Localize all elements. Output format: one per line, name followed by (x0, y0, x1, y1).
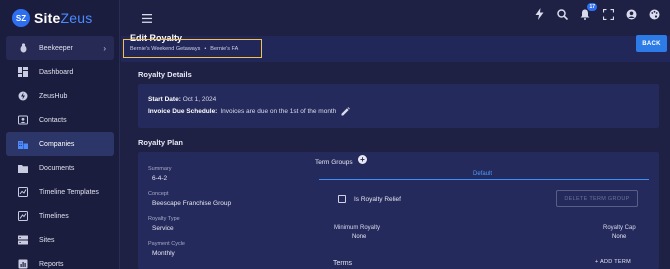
summary-value: 6-4-2 (152, 175, 168, 182)
top-bar: 17 (121, 0, 670, 32)
beekeeper-icon (18, 43, 28, 53)
royalty-type-value: Service (152, 225, 174, 232)
breadcrumb-item-company[interactable]: Bernie's Weekend Getaways (130, 46, 200, 52)
notifications-bell-icon[interactable]: 17 (579, 3, 597, 20)
start-date-value: Oct 1, 2024 (182, 96, 217, 103)
lightning-icon[interactable] (533, 8, 545, 20)
contacts-icon (18, 115, 28, 125)
logo[interactable]: SZ SiteZeus (12, 9, 92, 27)
royalty-relief-checkbox[interactable] (338, 195, 346, 203)
invoice-line: Invoice Due Schedule: Invoices are due o… (148, 107, 351, 116)
edit-pencil-icon[interactable] (341, 107, 351, 116)
logo-site: Site (34, 10, 61, 26)
top-icons: 17 (533, 3, 660, 20)
terms-label: Terms (333, 260, 353, 267)
folder-icon (18, 163, 28, 173)
sidebar-item-documents[interactable]: Documents (6, 156, 114, 180)
palette-icon[interactable] (648, 8, 660, 20)
timeline-templates-icon (18, 187, 28, 197)
royalty-plan-card (138, 152, 659, 269)
sidebar-item-label: Timeline Templates (39, 188, 99, 196)
delete-term-group-button[interactable]: DELETE TERM GROUP (556, 190, 638, 207)
sidebar-item-dashboard[interactable]: Dashboard (6, 60, 114, 84)
sidebar-item-beekeeper[interactable]: Beekeeper › (6, 36, 114, 60)
concept-value: Beescape Franchise Group (152, 200, 232, 207)
logo-badge: SZ (12, 9, 30, 27)
sites-icon (18, 235, 28, 245)
breadcrumb-item-agreement[interactable]: Bernie's FA (210, 46, 238, 52)
sidebar-item-label: Dashboard (39, 68, 74, 76)
royalty-relief-label: Is Royalty Relief (354, 196, 401, 203)
breadcrumb: Bernie's Weekend Getaways • Bernie's FA (123, 39, 262, 58)
sidebar-item-sites[interactable]: Sites (6, 228, 114, 252)
sidebar-item-label: Companies (39, 140, 75, 148)
sidebar-item-label: ZeusHub (39, 92, 68, 100)
sidebar-item-label: Timelines (39, 212, 69, 220)
minimum-royalty-label: Minimum Royalty (334, 225, 381, 231)
back-button[interactable]: BACK (636, 35, 667, 52)
sidebar-item-companies[interactable]: Companies (6, 132, 114, 156)
menu-icon[interactable] (142, 10, 152, 28)
sidebar-item-label: Sites (39, 236, 55, 244)
royalty-details-title: Royalty Details (138, 70, 192, 79)
concept-label: Concept (148, 191, 169, 197)
sidebar-item-label: Reports (39, 260, 64, 268)
start-date-label: Start Date: (148, 96, 181, 103)
invoice-due-label: Invoice Due Schedule: (148, 108, 218, 115)
royalty-cap-value: None (612, 234, 627, 240)
sidebar-item-timelines[interactable]: Timelines (6, 204, 114, 228)
add-term-group-icon[interactable]: + (358, 155, 367, 164)
royalty-details-card (138, 84, 659, 128)
sidebar-item-label: Contacts (39, 116, 67, 124)
fullscreen-icon[interactable] (602, 8, 614, 20)
sidebar-item-label: Documents (39, 164, 75, 172)
sidebar-item-reports[interactable]: Reports (6, 252, 114, 269)
account-icon[interactable] (625, 8, 637, 20)
minimum-royalty-value: None (352, 234, 367, 240)
breadcrumb-separator: • (204, 45, 207, 52)
sidebar-item-contacts[interactable]: Contacts (6, 108, 114, 132)
search-icon[interactable] (556, 8, 568, 20)
logo-text: SiteZeus (34, 10, 92, 26)
sidebar-item-label: Beekeeper (39, 44, 73, 52)
reports-icon (18, 259, 28, 269)
sidebar: SZ SiteZeus Beekeeper › Dashboard ZeusHu… (0, 0, 120, 269)
start-date-line: Start Date: Oct 1, 2024 (148, 96, 216, 103)
royalty-type-label: Royalty Type (148, 216, 180, 222)
royalty-plan-title: Royalty Plan (138, 138, 184, 147)
sidebar-item-zeushub[interactable]: ZeusHub (6, 84, 114, 108)
sidebar-nav: Beekeeper › Dashboard ZeusHub Contacts C… (6, 36, 114, 269)
add-term-button[interactable]: + ADD TERM (595, 259, 631, 265)
payment-cycle-value: Monthly (152, 250, 175, 257)
summary-label: Summary (148, 166, 172, 172)
sidebar-item-timeline-templates[interactable]: Timeline Templates (6, 180, 114, 204)
dashboard-icon (18, 67, 28, 77)
tab-underline (319, 179, 649, 180)
invoice-due-value: Invoices are due on the 1st of the month (220, 108, 337, 115)
zeushub-icon (18, 91, 28, 101)
royalty-cap-label: Royalty Cap (603, 225, 636, 231)
logo-zeus: Zeus (60, 10, 93, 26)
timelines-icon (18, 211, 28, 221)
payment-cycle-label: Payment Cycle (148, 241, 185, 247)
companies-icon (18, 139, 28, 149)
tab-default[interactable]: Default (473, 171, 492, 177)
notification-count-badge: 17 (587, 3, 597, 11)
chevron-right-icon: › (103, 43, 106, 53)
term-groups-label: Term Groups (315, 159, 353, 166)
